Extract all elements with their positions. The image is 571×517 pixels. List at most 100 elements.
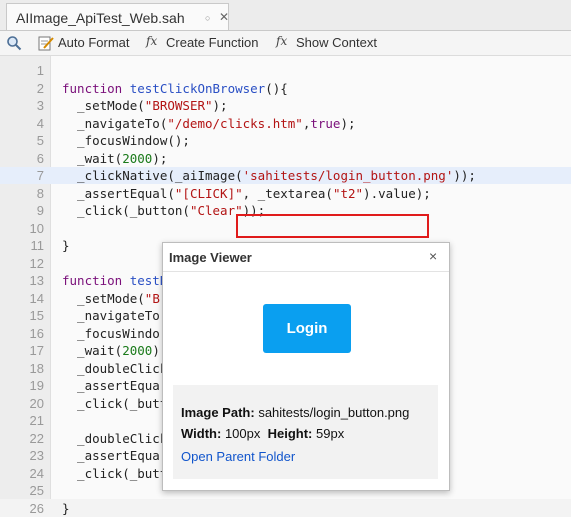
code-token: "B — [144, 290, 160, 306]
code-token: _navigateTo — [62, 308, 160, 323]
code-line[interactable]: 7 _clickNative(_aiImage('sahitests/login… — [0, 167, 571, 184]
code-token: "[CLICK]" — [174, 185, 243, 201]
image-path-label: Image Path: — [181, 405, 255, 420]
code-token: _doubleClick — [62, 430, 168, 446]
image-viewer-title: Image Viewer — [169, 250, 252, 265]
line-number: 2 — [36, 80, 44, 96]
code-text: _clickNative(_aiImage('sahitests/login_b… — [62, 167, 476, 184]
auto-format-button[interactable]: Auto Format — [38, 35, 134, 51]
code-token: "t2" — [332, 185, 364, 201]
line-number: 16 — [29, 325, 44, 341]
code-token: "BROWSER" — [144, 98, 213, 113]
code-token: )); — [453, 168, 476, 183]
code-text: _focusWindo — [62, 325, 160, 342]
code-text: _wait(2000) — [62, 342, 160, 359]
code-token: _wait( — [62, 150, 123, 166]
code-token: (){ — [265, 80, 288, 96]
show-context-label: Show Context — [296, 35, 377, 50]
code-text: _navigateTo("/demo/clicks.htm",true); — [62, 115, 355, 132]
function-icon: fx — [146, 34, 158, 48]
line-number: 11 — [30, 238, 45, 253]
code-token: } — [62, 238, 70, 253]
line-number: 18 — [29, 360, 44, 376]
search-button[interactable] — [6, 35, 24, 51]
height-label: Height: — [267, 426, 313, 441]
code-token: function — [62, 80, 130, 96]
code-token: _focusWindo — [62, 325, 160, 341]
code-text: } — [62, 237, 70, 254]
login-button-preview: Login — [263, 304, 351, 353]
image-size-row: Width: 100px Height: 59px — [181, 426, 344, 441]
code-line[interactable]: 5 _focusWindow(); — [0, 132, 571, 149]
modified-status-icon: ○ — [205, 13, 211, 23]
code-line[interactable]: 6 _wait(2000); — [0, 150, 571, 167]
image-path-row: Image Path: sahitests/login_button.png — [181, 405, 409, 420]
code-line[interactable]: 1 — [0, 62, 571, 79]
tab-bar: AIImage_ApiTest_Web.sah ○ ✕ — [0, 0, 571, 31]
code-text: _wait(2000); — [62, 150, 167, 167]
code-token: ); — [212, 98, 228, 113]
code-line[interactable]: 3 _setMode("BROWSER"); — [0, 97, 571, 114]
code-text: _setMode("BROWSER"); — [62, 97, 228, 114]
height-value: 59px — [316, 426, 345, 441]
code-token: _setMode( — [62, 290, 145, 306]
code-token: testClickOnBrowser — [129, 80, 266, 96]
line-number: 10 — [29, 220, 44, 236]
code-token: function — [62, 273, 130, 288]
code-text: _click(_butt — [62, 395, 167, 412]
code-token: ) — [152, 343, 160, 358]
code-token: 'sahitests/login_button.png' — [242, 168, 454, 183]
code-token: 2000 — [122, 343, 153, 358]
code-token: _assertEqual( — [62, 185, 175, 201]
auto-format-icon — [38, 36, 54, 51]
code-text: function testDo — [62, 272, 175, 289]
line-number: 25 — [29, 483, 44, 498]
line-number: 5 — [36, 133, 44, 148]
code-token: _wait( — [62, 343, 123, 358]
line-number: 14 — [29, 290, 44, 306]
show-context-button[interactable]: fx Show Context — [276, 34, 386, 51]
code-token: _clickNative(_aiImage( — [62, 168, 243, 183]
line-number: 20 — [29, 395, 44, 411]
line-number: 8 — [36, 185, 44, 201]
code-token: _click(_butt — [62, 395, 168, 411]
context-icon: fx — [276, 34, 288, 48]
line-number: 12 — [29, 255, 44, 271]
auto-format-label: Auto Format — [58, 35, 130, 50]
line-number: 17 — [29, 343, 44, 358]
line-number: 15 — [29, 308, 44, 323]
line-number: 23 — [29, 448, 44, 463]
code-token: _doubleClick — [62, 360, 168, 376]
code-token: _navigateTo( — [62, 115, 168, 131]
search-icon — [7, 36, 22, 51]
code-token: "/demo/clicks.htm" — [167, 115, 303, 131]
code-token: true — [310, 115, 341, 131]
image-viewer-dialog: Image Viewer × Login Image Path: sahites… — [162, 242, 450, 491]
code-line[interactable]: 26} — [0, 500, 571, 517]
line-number: 9 — [36, 203, 44, 218]
code-line[interactable]: 4 _navigateTo("/demo/clicks.htm",true); — [0, 115, 571, 132]
code-text: _focusWindow(); — [62, 132, 190, 149]
code-token: ).value); — [363, 185, 431, 201]
code-text: _assertEqual("[CLICK]", _textarea("t2").… — [62, 185, 431, 202]
close-icon[interactable]: × — [429, 248, 437, 264]
line-number: 7 — [36, 168, 44, 183]
code-token: ); — [152, 150, 168, 166]
line-number: 24 — [29, 465, 44, 481]
toolbar: Auto Format fx Create Function fx Show C… — [0, 31, 571, 56]
code-line[interactable]: 8 _assertEqual("[CLICK]", _textarea("t2"… — [0, 185, 571, 202]
close-tab-icon[interactable]: ✕ — [219, 10, 229, 24]
highlight-box — [236, 214, 429, 238]
file-tab-title[interactable]: AIImage_ApiTest_Web.sah — [16, 10, 185, 26]
code-token: } — [62, 500, 70, 516]
image-path-value: sahitests/login_button.png — [258, 405, 410, 420]
code-token: _click(_button( — [62, 203, 190, 218]
code-line[interactable]: 2 function testClickOnBrowser(){ — [0, 80, 571, 97]
open-parent-folder-link[interactable]: Open Parent Folder — [181, 449, 295, 464]
create-function-button[interactable]: fx Create Function — [146, 34, 264, 51]
code-text: function testClickOnBrowser(){ — [62, 80, 288, 97]
code-text: _click(_butt — [62, 465, 167, 482]
code-token: "Clear" — [189, 203, 243, 218]
code-token: 2000 — [122, 150, 153, 166]
file-tab[interactable]: AIImage_ApiTest_Web.sah ○ ✕ — [6, 3, 229, 30]
